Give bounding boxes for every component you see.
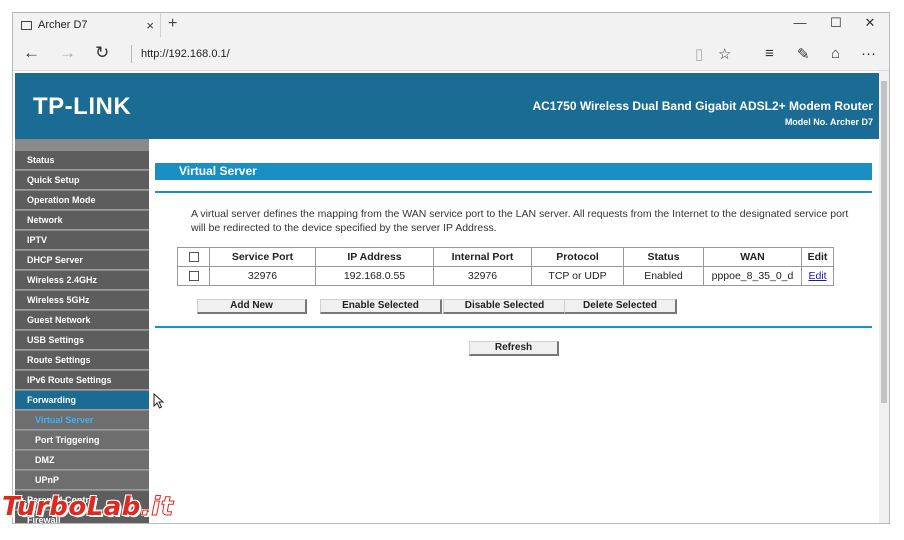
sidebar-subitem-virtual-server[interactable]: Virtual Server <box>15 411 149 430</box>
column-header: Edit <box>801 247 834 267</box>
section-description: A virtual server defines the mapping fro… <box>191 208 849 234</box>
sidebar-subitem-port-triggering[interactable]: Port Triggering <box>15 431 149 450</box>
more-icon[interactable]: ··· <box>861 45 876 62</box>
sidebar-item-status[interactable]: Status <box>15 151 149 170</box>
wan-cell: pppoe_8_35_0_d <box>703 266 802 286</box>
sidebar-subitem-upnp[interactable]: UPnP <box>15 471 149 490</box>
sidebar-item-forwarding[interactable]: Forwarding <box>15 391 149 410</box>
sidebar-item-network[interactable]: Network <box>15 211 149 230</box>
tab-title: Archer D7 <box>38 19 88 31</box>
tab-close-icon[interactable]: × <box>146 18 154 33</box>
edit-link[interactable]: Edit <box>808 270 826 282</box>
service-port-cell: 32976 <box>209 266 316 286</box>
internal-port-cell: 32976 <box>433 266 532 286</box>
column-header: Status <box>623 247 704 267</box>
minimize-button[interactable]: — <box>785 15 815 30</box>
disable-selected-button[interactable]: Disable Selected <box>443 299 567 314</box>
sidebar-menu: Status Quick Setup Operation Mode Networ… <box>15 151 149 523</box>
section-title: Virtual Server <box>155 163 872 180</box>
table-header-row: Service Port IP Address Internal Port Pr… <box>177 247 834 267</box>
web-note-icon[interactable]: ✎ <box>797 45 810 63</box>
divider-bottom <box>155 326 872 328</box>
sidebar-item-guest-network[interactable]: Guest Network <box>15 311 149 330</box>
virtual-server-table: Service Port IP Address Internal Port Pr… <box>177 247 834 286</box>
protocol-cell: TCP or UDP <box>531 266 624 286</box>
tp-link-logo: TP-LINK <box>33 93 132 120</box>
share-icon[interactable]: ⌂ <box>831 45 840 62</box>
navigation-bar: ← → ↻ http://192.168.0.1/ ▯ ☆ ≡ ✎ ⌂ ··· <box>13 37 889 71</box>
forward-button[interactable]: → <box>59 43 76 63</box>
header-sub-bar <box>15 139 879 151</box>
maximize-button[interactable]: ☐ <box>821 15 851 31</box>
turbolab-watermark: TurboLab.it <box>2 492 174 523</box>
browser-tab[interactable]: Archer D7 × <box>13 13 161 37</box>
router-admin-page: TP-LINK AC1750 Wireless Dual Band Gigabi… <box>13 71 879 523</box>
enable-selected-button[interactable]: Enable Selected <box>320 299 442 314</box>
watermark-text: TurboLab <box>2 492 141 522</box>
sidebar-item-iptv[interactable]: IPTV <box>15 231 149 250</box>
back-button[interactable]: ← <box>23 43 40 63</box>
select-all-cell <box>177 247 210 267</box>
address-bar[interactable]: http://192.168.0.1/ <box>141 48 230 60</box>
new-tab-button[interactable]: + <box>168 15 177 33</box>
mouse-cursor-icon <box>153 393 165 409</box>
sidebar-item-dhcp-server[interactable]: DHCP Server <box>15 251 149 270</box>
refresh-page-button[interactable]: Refresh <box>469 341 559 356</box>
add-new-button[interactable]: Add New <box>197 299 307 314</box>
hub-icon[interactable]: ≡ <box>765 45 774 62</box>
column-header: Service Port <box>209 247 316 267</box>
close-window-button[interactable]: ✕ <box>855 15 885 31</box>
table-row: 32976 192.168.0.55 32976 TCP or UDP Enab… <box>177 266 834 286</box>
sidebar-item-operation-mode[interactable]: Operation Mode <box>15 191 149 210</box>
sidebar-subitem-dmz[interactable]: DMZ <box>15 451 149 470</box>
column-header: Protocol <box>531 247 624 267</box>
column-header: WAN <box>703 247 802 267</box>
browser-window: Archer D7 × + — ☐ ✕ ← → ↻ http://192.168… <box>12 12 890 524</box>
sidebar-item-usb-settings[interactable]: USB Settings <box>15 331 149 350</box>
reading-view-icon[interactable]: ▯ <box>695 45 703 63</box>
divider-top <box>155 191 872 193</box>
select-all-checkbox[interactable] <box>188 252 199 263</box>
column-header: Internal Port <box>433 247 532 267</box>
tab-page-icon <box>21 20 32 30</box>
router-title: AC1750 Wireless Dual Band Gigabit ADSL2+… <box>532 99 873 113</box>
delete-selected-button[interactable]: Delete Selected <box>564 299 677 314</box>
refresh-button[interactable]: ↻ <box>95 43 109 63</box>
sidebar-item-wireless-24[interactable]: Wireless 2.4GHz <box>15 271 149 290</box>
watermark-suffix: .it <box>140 492 174 523</box>
status-cell: Enabled <box>623 266 704 286</box>
column-header: IP Address <box>315 247 434 267</box>
row-select-cell <box>177 266 210 286</box>
router-model: Model No. Archer D7 <box>784 117 873 127</box>
url-separator <box>131 45 132 63</box>
sidebar-item-quick-setup[interactable]: Quick Setup <box>15 171 149 190</box>
title-bar: Archer D7 × + — ☐ ✕ <box>13 13 889 37</box>
favorites-star-icon[interactable]: ☆ <box>718 45 731 63</box>
sidebar-item-route-settings[interactable]: Route Settings <box>15 351 149 370</box>
sidebar-item-wireless-5[interactable]: Wireless 5GHz <box>15 291 149 310</box>
router-header: TP-LINK AC1750 Wireless Dual Band Gigabi… <box>15 73 879 139</box>
scrollbar-thumb[interactable] <box>881 81 887 403</box>
row-checkbox[interactable] <box>188 271 199 282</box>
ip-address-cell: 192.168.0.55 <box>315 266 434 286</box>
edit-cell: Edit <box>801 266 834 286</box>
sidebar-item-ipv6-route-settings[interactable]: IPv6 Route Settings <box>15 371 149 390</box>
page-scrollbar[interactable] <box>879 71 889 523</box>
